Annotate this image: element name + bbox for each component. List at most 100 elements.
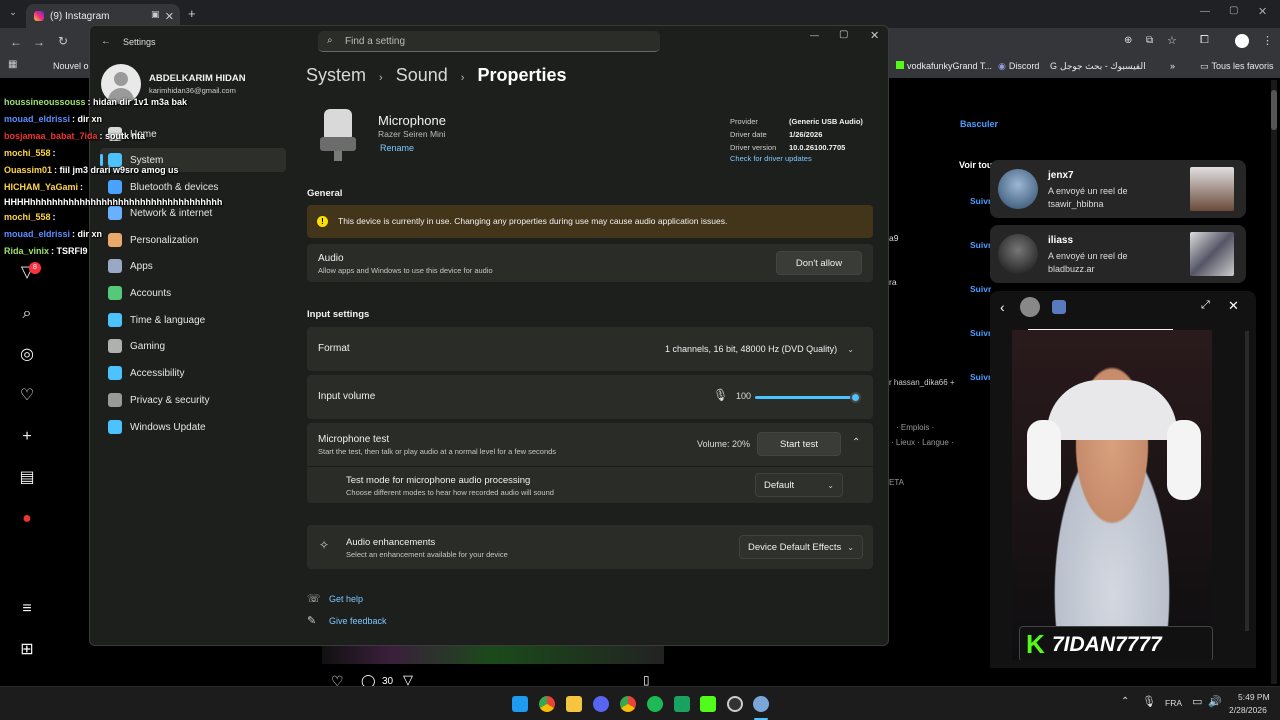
follow-link[interactable]: Suivr (970, 196, 991, 206)
chat-text: : (80, 182, 84, 192)
nav-item-time-language[interactable]: Time & language (100, 308, 286, 332)
dashboard-icon[interactable]: ▤ (17, 468, 37, 488)
volume-icon[interactable]: 🔊 (1208, 695, 1222, 708)
nav-item-label: Personalization (130, 234, 199, 246)
maximize-icon[interactable]: ▢ (839, 29, 848, 40)
nav-item-personalization[interactable]: Personalization (100, 228, 286, 252)
switch-account-link[interactable]: Basculer (960, 119, 998, 129)
profile-avatar[interactable]: ● (17, 509, 37, 529)
close-tab-icon[interactable]: ✕ (165, 10, 174, 23)
tab-media-icon[interactable]: ▣ (151, 9, 160, 20)
nav-item-accessibility[interactable]: Accessibility (100, 361, 286, 385)
extensions-icon[interactable]: ⧠ (1200, 34, 1209, 47)
threads-apps-icon[interactable]: ⊞ (17, 640, 37, 660)
check-driver-updates-link[interactable]: Check for driver updates (730, 154, 812, 163)
breadcrumb-sound[interactable]: Sound (396, 65, 448, 85)
start-icon[interactable] (512, 696, 528, 712)
settings-search-input[interactable]: ⌕ Find a setting (318, 31, 660, 52)
clock-time[interactable]: 5:49 PM (1238, 692, 1270, 702)
page-scrollbar[interactable] (1271, 80, 1277, 684)
dont-allow-button[interactable]: Don't allow (776, 251, 862, 275)
close-window-icon[interactable]: ✕ (1258, 5, 1267, 18)
file-explorer-icon[interactable] (566, 696, 582, 712)
scrollbar[interactable] (1245, 331, 1249, 631)
tray-microphone-icon[interactable]: 🎙 (1142, 695, 1156, 708)
test-mode-dropdown[interactable]: Default ⌄ (755, 473, 843, 497)
bookmarks-overflow[interactable]: » (1170, 61, 1175, 71)
forward-icon[interactable]: → (33, 35, 45, 49)
obs-icon[interactable] (727, 696, 743, 712)
cast-icon[interactable]: ⧉ (1146, 35, 1153, 46)
give-feedback-link[interactable]: Give feedback (329, 616, 387, 626)
bookmark-label: Tous les favoris (1211, 61, 1274, 71)
minimize-window-icon[interactable]: — (1200, 6, 1210, 17)
kick-icon[interactable] (700, 696, 716, 712)
headphones (1027, 420, 1061, 500)
bookmark-item[interactable]: ◉ Discord (998, 61, 1039, 72)
reload-icon[interactable]: ↻ (58, 34, 68, 48)
close-icon[interactable]: ✕ (1228, 298, 1239, 314)
bookmark-item[interactable]: Nouvel on (53, 61, 94, 71)
bookmark-item[interactable]: vodkafunkyGrand T... (896, 61, 992, 71)
new-tab-button[interactable]: + (188, 6, 196, 21)
search-icon[interactable]: ⌕ (17, 304, 37, 324)
menu-icon[interactable]: ⋮ (1262, 34, 1273, 47)
apps-grid-icon[interactable]: ▦ (8, 59, 17, 70)
chat-text: : (52, 148, 56, 158)
start-test-button[interactable]: Start test (757, 432, 841, 456)
close-icon[interactable]: ✕ (870, 29, 879, 42)
discord-icon[interactable] (593, 696, 609, 712)
nav-item-windows-update[interactable]: Windows Update (100, 415, 286, 439)
nav-item-gaming[interactable]: Gaming (100, 334, 286, 358)
explore-icon[interactable]: ◎ (17, 345, 37, 365)
heart-icon[interactable]: ♡ (17, 386, 37, 406)
follow-link[interactable]: Suivr (970, 284, 991, 294)
chat-username: houssineoussouss (4, 97, 86, 107)
nav-item-privacy-security[interactable]: Privacy & security (100, 388, 286, 412)
settings-back-icon[interactable]: ← (101, 36, 111, 47)
zoom-icon[interactable]: ⊕ (1124, 35, 1132, 46)
headphones (1167, 420, 1201, 500)
notification-card[interactable]: jenx7 A envoyé un reel de tsawir_hbibna (990, 160, 1246, 218)
warning-icon: ! (317, 216, 328, 227)
chrome-icon[interactable] (539, 696, 555, 712)
save-post-icon[interactable]: ▯ (643, 673, 650, 687)
app-icon[interactable] (674, 696, 690, 712)
create-icon[interactable]: + (17, 427, 37, 447)
nav-item-bluetooth-devices[interactable]: Bluetooth & devices (100, 175, 286, 199)
breadcrumb-system[interactable]: System (306, 65, 366, 85)
back-icon[interactable]: ← (10, 35, 22, 49)
microphone-icon[interactable]: 🎙 (713, 388, 728, 402)
expand-icon[interactable]: ⤢ (1201, 299, 1210, 312)
follow-link[interactable]: Suivr (970, 240, 991, 250)
footer-link: · Lieux · Langue · (891, 438, 954, 447)
volume-slider-thumb[interactable] (850, 392, 861, 403)
enhancements-dropdown[interactable]: Device Default Effects ⌄ (739, 535, 863, 559)
nav-item-accounts[interactable]: Accounts (100, 281, 286, 305)
nav-item-apps[interactable]: Apps (100, 254, 286, 278)
notification-badge: 8 (29, 262, 41, 274)
back-arrow-icon[interactable]: ‹ (1000, 299, 1005, 315)
chrome-profile-icon[interactable] (620, 696, 636, 712)
settings-taskbar-icon[interactable] (753, 696, 769, 712)
notification-card[interactable]: iliass A envoyé un reel de bladbuzz.ar (990, 225, 1246, 283)
bookmark-star-icon[interactable]: ☆ (1167, 34, 1177, 47)
maximize-window-icon[interactable]: ▢ (1229, 5, 1238, 16)
tray-chevron-icon[interactable]: ⌃ (1121, 696, 1129, 707)
minimize-icon[interactable]: — (810, 30, 819, 40)
volume-slider-track[interactable] (755, 396, 855, 399)
chevron-up-icon[interactable]: ⌃ (852, 437, 860, 448)
language-indicator[interactable]: FRA (1165, 698, 1182, 708)
more-menu-icon[interactable]: ≡ (17, 599, 37, 619)
rename-link[interactable]: Rename (380, 143, 414, 153)
bookmark-folder[interactable]: ▭ Tous les favoris (1200, 61, 1274, 72)
see-all-link[interactable]: Voir tou (959, 160, 992, 170)
profile-avatar[interactable] (1235, 34, 1249, 48)
format-dropdown[interactable]: 1 channels, 16 bit, 48000 Hz (DVD Qualit… (657, 337, 862, 361)
network-icon[interactable]: ▭ (1192, 695, 1202, 708)
get-help-link[interactable]: Get help (329, 594, 363, 604)
tab-list-button[interactable]: ⌄ (6, 7, 20, 21)
bookmark-item[interactable]: G الفيسبوك - بحث جوجل (1050, 61, 1146, 72)
clock-date[interactable]: 2/28/2026 (1229, 705, 1267, 715)
spotify-icon[interactable] (647, 696, 663, 712)
